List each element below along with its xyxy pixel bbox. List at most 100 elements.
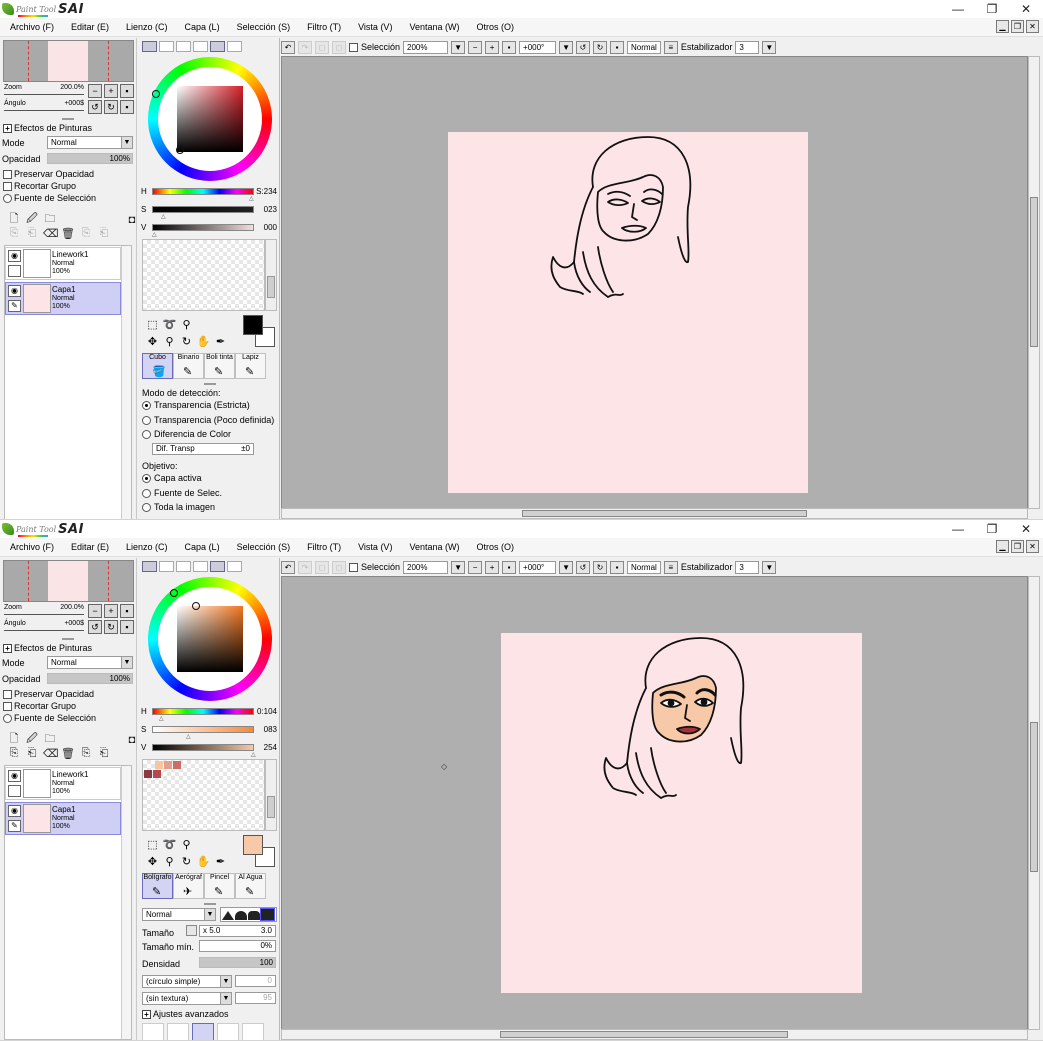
zoom-out-icon[interactable]: − — [468, 40, 483, 54]
hue-slider[interactable]: H △ S:234 — [141, 186, 277, 202]
color-wheel[interactable] — [148, 57, 272, 181]
drawing-canvas[interactable] — [448, 132, 808, 493]
rect-select-icon[interactable]: ⬚ — [144, 318, 161, 331]
zoom-icon[interactable]: ⚲ — [161, 335, 178, 348]
saturation-slider[interactable]: S △ 083 — [141, 724, 277, 740]
layer-mask-icon[interactable]: ◘ — [125, 214, 139, 226]
edge-soft-icon[interactable] — [248, 911, 260, 920]
magic-wand-icon[interactable]: ⚲ — [178, 318, 195, 331]
target-option[interactable]: Capa activa — [142, 473, 202, 483]
transparency-diff-field[interactable]: Dif. Transp ±0 — [152, 443, 254, 455]
gradient-tab-icon[interactable] — [193, 561, 208, 572]
layer-lock-icon[interactable] — [8, 265, 21, 277]
menu-ventana[interactable]: Ventana (W) — [399, 542, 466, 552]
mdi-restore-icon[interactable]: ❐ — [1011, 20, 1024, 33]
color-wheel-tab-icon[interactable] — [142, 41, 157, 52]
rotate-reset-button[interactable]: ▪ — [120, 620, 134, 634]
menu-otros[interactable]: Otros (O) — [466, 542, 521, 552]
target-option[interactable]: Fuente de Selec. — [142, 488, 222, 498]
angle-dropdown-icon[interactable]: ▼ — [559, 40, 574, 54]
size-preset[interactable] — [167, 1023, 189, 1040]
zoom-in-button[interactable]: + — [104, 84, 118, 98]
merge-down-icon[interactable]: ⎗ — [25, 227, 39, 240]
panel-grip[interactable] — [204, 383, 216, 385]
restore-icon[interactable]: ❐ — [975, 0, 1009, 18]
menu-ventana[interactable]: Ventana (W) — [399, 22, 466, 32]
hue-marker[interactable] — [170, 589, 178, 597]
blend-mode-select[interactable]: Normal ▼ — [47, 136, 133, 149]
rotate-icon[interactable]: ↻ — [178, 335, 195, 348]
angle-dropdown-icon[interactable]: ▼ — [559, 560, 574, 574]
panel-grip[interactable] — [204, 903, 216, 905]
zoom-in-icon[interactable]: + — [485, 560, 500, 574]
menu-editar[interactable]: Editar (E) — [61, 22, 116, 32]
size-preset[interactable] — [142, 1023, 164, 1040]
layer-list-scrollbar[interactable] — [121, 766, 131, 1039]
swatch[interactable] — [173, 761, 181, 769]
hsv-slider-tab-icon[interactable] — [176, 41, 191, 52]
zoom-slider[interactable]: Zoom 200.0% — [4, 84, 84, 98]
angle-field[interactable]: +000° — [519, 40, 557, 54]
value-slider[interactable]: V △ 000 — [141, 222, 277, 238]
color-wheel-tab-icon[interactable] — [142, 561, 157, 572]
mdi-restore-icon[interactable]: ❐ — [1011, 540, 1024, 553]
transfer-down-icon[interactable]: ⎘ — [7, 227, 21, 240]
workspace-vertical-scrollbar[interactable] — [1028, 56, 1040, 509]
stabilizer-field[interactable]: 3 — [735, 40, 760, 54]
navigator-preview[interactable] — [3, 40, 134, 82]
clip-group-checkbox[interactable]: Recortar Grupo — [3, 701, 76, 711]
rgb-slider-tab-icon[interactable] — [159, 561, 174, 572]
menu-capa[interactable]: Capa (L) — [175, 22, 227, 32]
swatch-grid[interactable] — [142, 759, 265, 831]
workspace[interactable] — [281, 56, 1028, 509]
brush-lock-icon[interactable]: ✎ — [8, 820, 21, 832]
vertical-scroll-thumb[interactable] — [1030, 722, 1038, 872]
rotate-reset-icon[interactable]: ▪ — [610, 560, 625, 574]
scratchpad-tab-icon[interactable] — [227, 561, 242, 572]
lasso-icon[interactable]: ➰ — [161, 318, 178, 331]
primary-color[interactable] — [243, 315, 263, 335]
delete-layer-icon[interactable]: 🗑 — [61, 227, 75, 240]
undo-icon[interactable]: ↶ — [281, 40, 295, 54]
rotate-reset-icon[interactable]: ▪ — [610, 40, 625, 54]
zoom-out-button[interactable]: − — [88, 84, 102, 98]
zoom-field[interactable]: 200% — [403, 560, 449, 574]
workspace-vertical-scrollbar[interactable] — [1028, 576, 1040, 1030]
menu-seleccion[interactable]: Selección (S) — [227, 542, 298, 552]
brush-texture-amount[interactable]: 95 — [235, 992, 276, 1004]
flatten-icon[interactable]: ⎗ — [97, 227, 111, 240]
mdi-close-icon[interactable]: ✕ — [1026, 20, 1039, 33]
magic-wand-icon[interactable]: ⚲ — [178, 838, 195, 851]
rotate-cw-icon[interactable]: ↻ — [593, 40, 608, 54]
hsv-slider-tab-icon[interactable] — [176, 561, 191, 572]
stabilizer-field[interactable]: 3 — [735, 560, 760, 574]
tool-tab-aerografo[interactable]: Aerógraf ✈ — [173, 873, 204, 899]
swatch[interactable] — [153, 770, 161, 778]
redo-icon[interactable]: ↷ — [298, 40, 312, 54]
menu-lienzo[interactable]: Lienzo (C) — [116, 22, 175, 32]
merge-down-icon[interactable]: ⎗ — [25, 747, 39, 760]
navigator-preview[interactable] — [3, 560, 134, 602]
move-icon[interactable]: ✥ — [144, 855, 161, 868]
stabilizer-dropdown-icon[interactable]: ▼ — [762, 40, 777, 54]
edge-hard-icon[interactable] — [222, 911, 234, 920]
rotate-right-button[interactable]: ↻ — [104, 100, 118, 114]
workspace[interactable]: ◇ — [281, 576, 1028, 1030]
eye-icon[interactable]: ◉ — [8, 805, 21, 817]
brush-blend-select[interactable]: Normal ▼ — [142, 908, 216, 921]
rotate-left-button[interactable]: ↺ — [88, 620, 102, 634]
swatch[interactable] — [155, 761, 163, 769]
saturation-value-square[interactable] — [177, 86, 243, 152]
swatch[interactable] — [164, 761, 172, 769]
paint-effects-toggle[interactable]: + Efectos de Pinturas — [3, 643, 92, 653]
hue-slider[interactable]: H △ 0:104 — [141, 706, 277, 722]
menu-vista[interactable]: Vista (V) — [348, 22, 399, 32]
selection-source-checkbox[interactable]: Fuente de Selección — [3, 713, 96, 723]
swatch-scrollbar[interactable] — [265, 239, 277, 311]
opacity-slider[interactable]: 100% — [47, 153, 133, 164]
selection-checkbox[interactable] — [349, 562, 358, 572]
rotate-left-button[interactable]: ↺ — [88, 100, 102, 114]
zoom-icon[interactable]: ⚲ — [161, 855, 178, 868]
tool-tab-pincel[interactable]: Pincel ✎ — [204, 873, 235, 899]
rotate-ccw-icon[interactable]: ↺ — [576, 40, 591, 54]
